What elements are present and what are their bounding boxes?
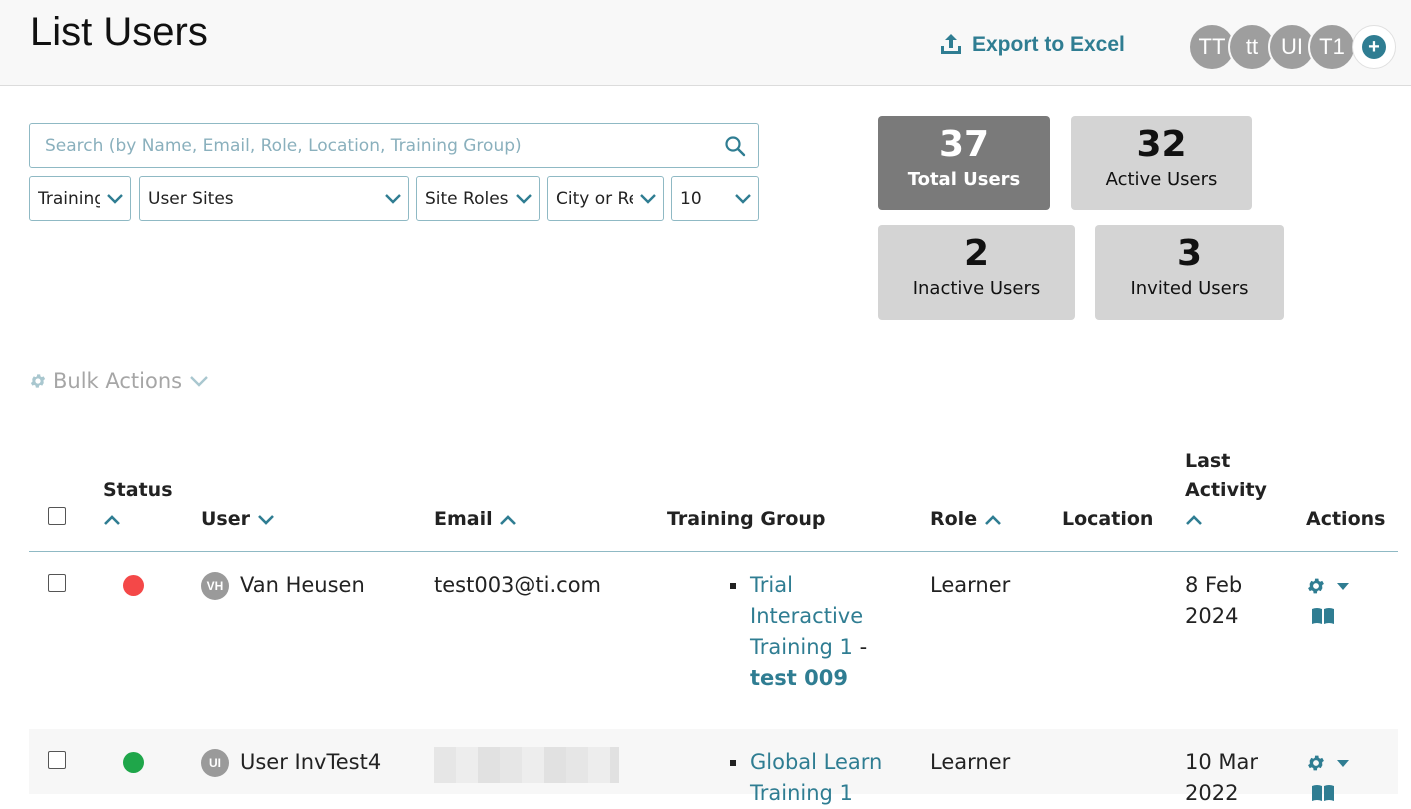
gear-icon [1308,755,1324,771]
site-roles-value: Site Roles [425,188,509,209]
user-role: Learner [930,573,1011,597]
training-filter-value: Training [38,188,100,209]
add-user-button[interactable]: + [1352,25,1396,69]
row-actions-menu[interactable] [1306,753,1350,773]
user-name-link[interactable]: User InvTest4 [240,747,381,778]
chevron-down-icon [509,192,539,205]
search-box [29,123,759,168]
status-indicator [123,575,144,596]
active-users-card[interactable]: 32 Active Users [1071,116,1252,210]
invited-users-card[interactable]: 3 Invited Users [1095,225,1284,320]
location-column-header: Location [1062,508,1154,530]
actions-column-header: Actions [1306,508,1386,530]
select-all-checkbox[interactable] [48,507,66,525]
training-subgroup-link[interactable]: test 009 [750,663,867,694]
total-users-count: 37 [938,124,990,165]
bulk-actions-dropdown[interactable]: Bulk Actions [29,369,216,393]
invited-users-label: Invited Users [1130,278,1249,299]
user-avatar: VH [201,572,229,600]
page-size-value: 10 [680,188,702,209]
user-avatar: UI [201,749,229,777]
row-actions-menu[interactable] [1306,576,1350,596]
role-header-label: Role [930,508,978,530]
training-group-link[interactable]: Global Learn [750,747,882,778]
email-header-label: Email [434,508,493,530]
chevron-down-icon [100,192,130,205]
user-column-header[interactable]: User [201,505,275,534]
chevron-down-icon [728,192,758,205]
page-title: List Users [30,10,208,54]
status-column-header[interactable]: Status [103,476,173,534]
inactive-users-card[interactable]: 2 Inactive Users [878,225,1075,320]
last-activity-date: 10 Mar 2022 [1185,747,1258,809]
email-column-header[interactable]: Email [434,505,517,534]
training-group-link[interactable]: Training 1 [750,635,853,659]
status-header-label: Status [103,479,173,501]
bulk-actions-label: Bulk Actions [53,369,183,393]
list-bullet [730,760,736,766]
training-group-link[interactable]: Trial [750,570,867,601]
training-group-cell: Trial Interactive Training 1 - test 009 [750,570,867,694]
row-checkbox[interactable] [48,751,66,769]
inactive-users-count: 2 [963,233,990,274]
last-activity-day: 8 Feb [1185,573,1243,597]
plus-icon: + [1362,35,1386,59]
training-group-cell: Global Learn Training 1 [750,747,882,809]
last-activity-label-1: Last [1185,450,1231,472]
page-header: List Users Export to Excel TT tt UI T1 + [0,0,1411,86]
user-header-label: User [201,508,250,530]
gear-icon [30,374,46,388]
last-activity-day: 10 Mar [1185,750,1259,774]
sort-up-icon [1186,514,1202,525]
status-indicator [123,752,144,773]
total-users-label: Total Users [907,169,1021,190]
chevron-down-icon [190,376,208,387]
invited-users-count: 3 [1176,233,1203,274]
export-label: Export to Excel [972,33,1125,56]
row-checkbox[interactable] [48,574,66,592]
export-to-excel-button[interactable]: Export to Excel [938,32,1125,58]
user-role: Learner [930,750,1011,774]
book-icon[interactable] [1311,783,1335,803]
last-activity-year: 2024 [1185,604,1239,628]
list-bullet [730,583,736,589]
last-activity-date: 8 Feb 2024 [1185,570,1242,632]
sort-up-icon [104,514,120,525]
search-input[interactable] [30,124,710,167]
gear-icon [1308,578,1324,594]
total-users-card[interactable]: 37 Total Users [878,116,1050,210]
training-group-link[interactable]: Interactive [750,601,867,632]
active-users-count: 32 [1136,124,1187,165]
sort-down-icon [257,514,274,525]
sort-up-icon [500,514,517,525]
book-icon[interactable] [1311,606,1335,626]
header-divider [29,551,1398,552]
sort-up-icon [984,514,1001,525]
city-region-select[interactable]: City or Region [547,176,664,221]
city-region-value: City or Region [556,188,633,209]
last-activity-label-2: Activity [1185,479,1267,501]
user-sites-value: User Sites [148,188,234,209]
user-sites-select[interactable]: User Sites [139,176,409,221]
caret-down-icon [1337,760,1349,767]
role-column-header[interactable]: Role [930,505,1002,534]
training-group-column-header: Training Group [667,508,826,530]
chevron-down-icon [633,192,663,205]
inactive-users-label: Inactive Users [912,278,1041,299]
site-roles-select[interactable]: Site Roles [416,176,540,221]
caret-down-icon [1337,583,1349,590]
avatar[interactable]: T1 [1308,23,1356,71]
user-name-link[interactable]: Van Heusen [240,570,365,601]
upload-icon [941,34,961,54]
active-users-label: Active Users [1105,169,1218,190]
separator: - [859,635,868,659]
redacted-email [434,747,619,783]
training-filter-select[interactable]: Training [29,176,131,221]
last-activity-column-header[interactable]: Last Activity [1185,447,1267,534]
search-icon[interactable] [724,135,746,157]
chevron-down-icon [378,192,408,205]
user-email: test003@ti.com [434,573,602,597]
avatar-group: TT tt UI T1 + [1188,23,1396,71]
page-size-select[interactable]: 10 [671,176,759,221]
